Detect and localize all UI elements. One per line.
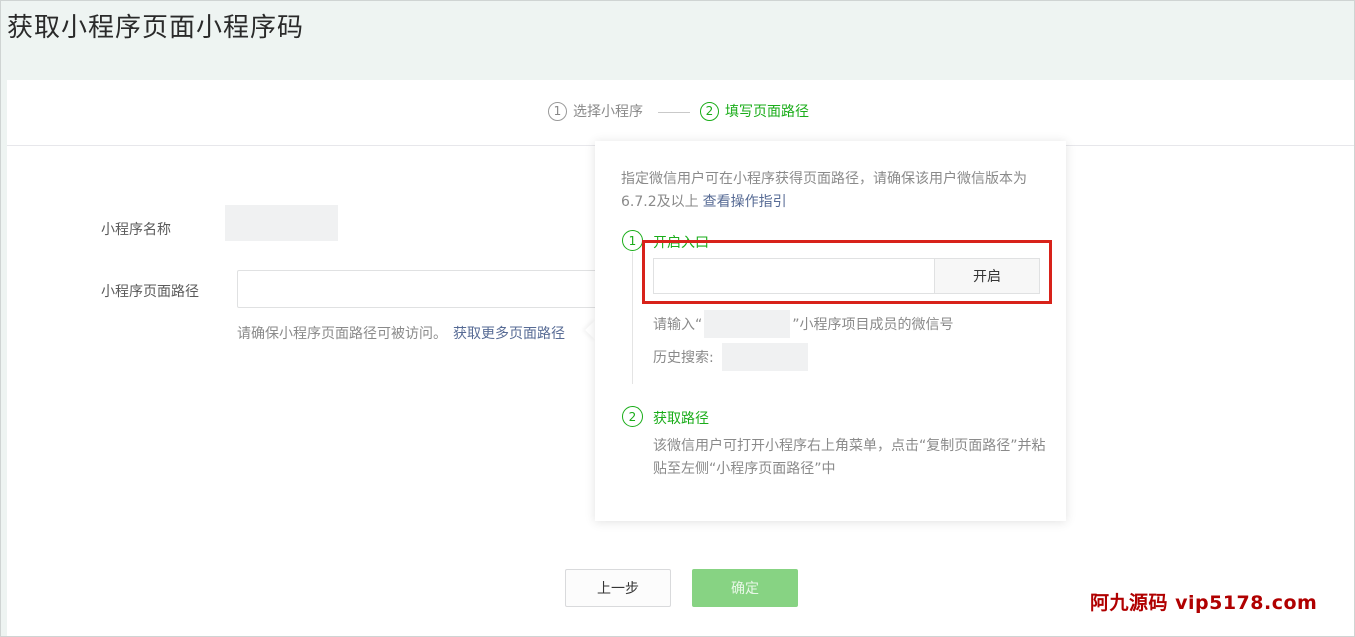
step-label-2: 填写页面路径 bbox=[725, 104, 809, 120]
popover-step-connector bbox=[632, 252, 633, 384]
page-frame: 获取小程序页面小程序码 1 选择小程序 2 填写页面路径 小程序名称 小程序页面… bbox=[0, 0, 1355, 637]
history-search-item[interactable] bbox=[721, 343, 808, 371]
step-select-miniprogram: 1 选择小程序 bbox=[548, 101, 643, 121]
miniprogram-name-label: 小程序名称 bbox=[101, 222, 171, 238]
popover-intro-text: 指定微信用户可在小程序获得页面路径，请确保该用户微信版本为6.7.2及以上 bbox=[621, 171, 1027, 210]
wechat-id-hint-suffix: ”小程序项目成员的微信号 bbox=[792, 317, 954, 333]
miniprogram-name-value bbox=[225, 205, 338, 241]
step-number-2: 2 bbox=[700, 101, 719, 121]
page-path-input[interactable] bbox=[237, 270, 597, 308]
step-number-1: 1 bbox=[548, 101, 567, 121]
step-bar: 1 选择小程序 2 填写页面路径 bbox=[7, 80, 1354, 146]
step-fill-path: 2 填写页面路径 bbox=[700, 101, 809, 121]
confirm-button[interactable]: 确定 bbox=[692, 569, 798, 607]
watermark: 阿九源码 vip5178.com bbox=[1090, 592, 1318, 614]
redacted-project-name bbox=[704, 310, 791, 338]
history-search: 历史搜索: bbox=[653, 343, 808, 371]
step-connector bbox=[658, 112, 690, 113]
get-more-paths-link[interactable]: 获取更多页面路径 bbox=[453, 326, 565, 342]
prev-step-button[interactable]: 上一步 bbox=[565, 569, 671, 607]
wechat-id-hint: 请输入“ ”小程序项目成员的微信号 bbox=[653, 310, 954, 338]
popover-step-title-2: 获取路径 bbox=[653, 411, 709, 427]
popover-intro: 指定微信用户可在小程序获得页面路径，请确保该用户微信版本为6.7.2及以上 查看操… bbox=[621, 168, 1051, 214]
path-helper-popover: 指定微信用户可在小程序获得页面路径，请确保该用户微信版本为6.7.2及以上 查看操… bbox=[595, 141, 1066, 521]
highlight-box bbox=[642, 240, 1052, 304]
page-path-hint: 请确保小程序页面路径可被访问。 获取更多页面路径 bbox=[237, 323, 565, 343]
view-guide-link[interactable]: 查看操作指引 bbox=[703, 194, 787, 210]
popover-step-number-1: 1 bbox=[622, 230, 643, 251]
wechat-id-hint-prefix: 请输入“ bbox=[653, 317, 703, 333]
page-path-label: 小程序页面路径 bbox=[101, 284, 199, 300]
popover-step-number-2: 2 bbox=[622, 406, 643, 427]
history-search-label: 历史搜索: bbox=[653, 350, 714, 366]
page-title: 获取小程序页面小程序码 bbox=[7, 13, 305, 43]
get-path-description: 该微信用户可打开小程序右上角菜单，点击“复制页面路径”并粘贴至左侧“小程序页面路… bbox=[653, 438, 1046, 477]
page-path-hint-text: 请确保小程序页面路径可被访问。 bbox=[237, 326, 447, 342]
step-label-1: 选择小程序 bbox=[573, 104, 643, 120]
